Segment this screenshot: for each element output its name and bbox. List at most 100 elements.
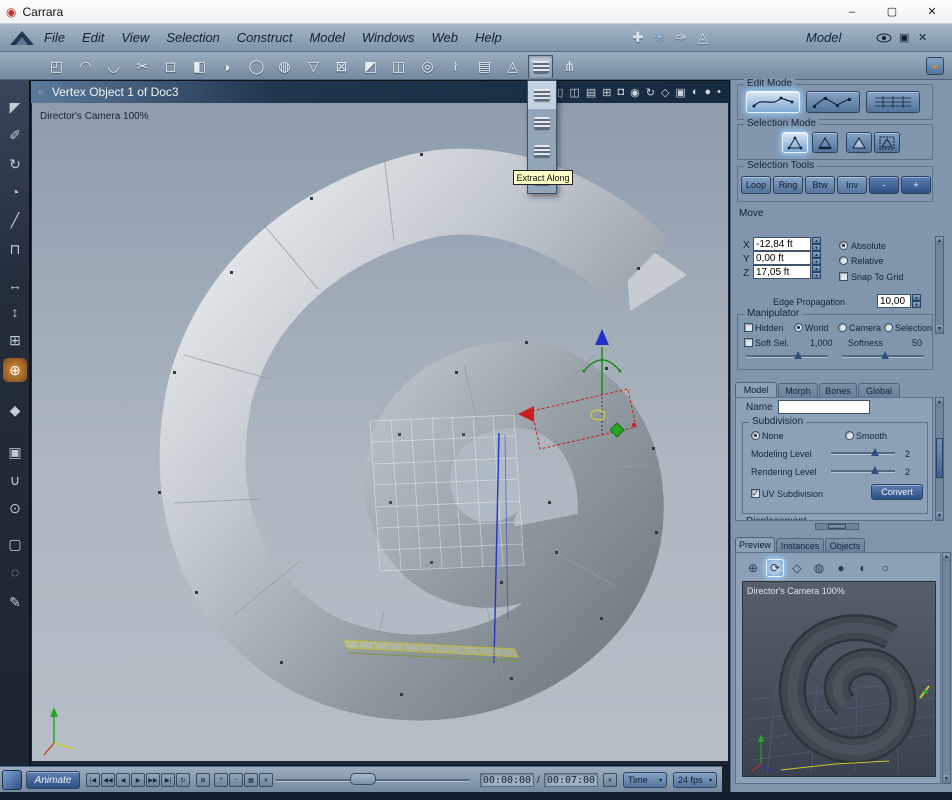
toolbar-tool-icon[interactable]: ◬ bbox=[500, 55, 525, 78]
fps-dropdown[interactable]: 24 fps ▾ bbox=[673, 772, 717, 788]
toolbar-tool-icon[interactable]: ◍ bbox=[272, 55, 297, 78]
lasso-select-tool-icon[interactable]: ◌ bbox=[3, 560, 27, 584]
edge-propagation-field[interactable] bbox=[877, 294, 911, 308]
camera-sphere-icon[interactable]: ◉ bbox=[630, 86, 640, 99]
selection-radio[interactable] bbox=[884, 323, 893, 332]
textured-shade-icon[interactable]: ● bbox=[704, 86, 711, 98]
toolbar-tool-icon[interactable]: ◧ bbox=[187, 55, 212, 78]
remove-key-button[interactable]: − bbox=[229, 773, 243, 787]
model-panel-scrollbar[interactable]: ▲ ▼ bbox=[935, 397, 944, 521]
delete-key-button[interactable]: ✕ bbox=[259, 773, 273, 787]
loop-button[interactable]: ↻ bbox=[176, 773, 190, 787]
edit-mode-curve-button[interactable] bbox=[746, 91, 800, 113]
y-spinner[interactable]: ▲ ▼ bbox=[812, 251, 821, 265]
prev-frame-button[interactable]: ◀◀ bbox=[101, 773, 115, 787]
toolbar-tool-icon[interactable]: ◯ bbox=[244, 55, 269, 78]
edge-propagation-spinner[interactable]: ▲ ▼ bbox=[912, 294, 921, 308]
add-key-button[interactable]: + bbox=[214, 773, 228, 787]
extract-along-flyout-item-3[interactable] bbox=[528, 137, 556, 165]
grow-selection-button[interactable]: + bbox=[901, 176, 931, 194]
tiny-dot-icon[interactable]: • bbox=[717, 86, 721, 98]
timeline-mode-icon[interactable] bbox=[2, 770, 22, 790]
edit-mode-polyline-button[interactable] bbox=[806, 91, 860, 113]
rotate-view-icon[interactable]: ↻ bbox=[646, 86, 655, 99]
face-selection-button[interactable] bbox=[846, 132, 872, 153]
zoom-tool-icon[interactable]: ⊙ bbox=[3, 496, 27, 520]
modeling-level-slider[interactable] bbox=[831, 448, 895, 457]
key-options-button[interactable]: ▦ bbox=[244, 773, 258, 787]
y-position-field[interactable] bbox=[753, 251, 811, 265]
menu-file[interactable]: File bbox=[44, 30, 65, 45]
assemble-room-icon[interactable]: ✚ bbox=[632, 29, 644, 46]
soft-selection-checkbox[interactable] bbox=[744, 338, 753, 347]
timeline-scrubber[interactable] bbox=[276, 773, 470, 785]
minimize-button[interactable]: – bbox=[832, 0, 872, 23]
flat-shade-icon[interactable]: ▣ bbox=[675, 86, 685, 99]
close-button[interactable]: ✕ bbox=[912, 0, 952, 23]
model-room-icon[interactable]: ✳ bbox=[654, 29, 666, 46]
shield-icon[interactable]: ◘ bbox=[617, 86, 624, 98]
tab-preview[interactable]: Preview bbox=[735, 537, 775, 552]
jump-start-button[interactable]: |◀ bbox=[86, 773, 100, 787]
z-spinner[interactable]: ▲ ▼ bbox=[812, 265, 821, 279]
gouraud-shade-icon[interactable]: ◐ bbox=[692, 86, 699, 98]
shaded-cube-tool-icon[interactable]: ◆ bbox=[3, 398, 27, 422]
four-pane-icon[interactable]: ⊞ bbox=[602, 86, 611, 99]
wire-sphere-icon[interactable]: ○ bbox=[876, 559, 894, 577]
menu-construct[interactable]: Construct bbox=[237, 30, 293, 45]
toolbar-tool-icon[interactable]: ◗ bbox=[215, 55, 240, 78]
menu-view[interactable]: View bbox=[121, 30, 149, 45]
menu-edit[interactable]: Edit bbox=[82, 30, 104, 45]
viewport-collapse-dot[interactable]: ○ bbox=[38, 88, 43, 97]
toolbar-tool-icon[interactable]: ✂ bbox=[130, 55, 155, 78]
half-sphere-icon[interactable]: ◐ bbox=[854, 559, 872, 577]
toolbar-tool-icon[interactable]: ≀ bbox=[443, 55, 468, 78]
toolbar-tool-icon[interactable]: ◠ bbox=[73, 55, 98, 78]
vertex-selection-button[interactable] bbox=[782, 132, 808, 153]
x-position-field[interactable] bbox=[753, 237, 811, 251]
menu-web[interactable]: Web bbox=[431, 30, 458, 45]
orbit-camera-icon[interactable]: ⊕ bbox=[744, 559, 762, 577]
toolbar-tool-icon[interactable]: ▽ bbox=[301, 55, 326, 78]
panel-close-icon[interactable]: ✕ bbox=[918, 31, 927, 44]
time-units-dropdown[interactable]: Time ▾ bbox=[623, 772, 667, 788]
soft-selection-slider[interactable] bbox=[746, 351, 828, 360]
uv-subdivision-checkbox[interactable]: ✓ bbox=[751, 489, 760, 498]
viewport-3d-canvas[interactable]: Director's Camera 100% bbox=[32, 103, 728, 761]
hand-pan-tool-icon[interactable]: ∪ bbox=[3, 468, 27, 492]
next-frame-button[interactable]: ▶▶ bbox=[146, 773, 160, 787]
panel-dock-icon[interactable]: ▣ bbox=[899, 31, 909, 44]
preview-panel-scrollbar[interactable]: ▲ ▼ bbox=[942, 552, 951, 784]
tab-morph[interactable]: Morph bbox=[778, 383, 818, 398]
play-button[interactable]: ▶ bbox=[131, 773, 145, 787]
convert-button[interactable]: Convert bbox=[871, 484, 923, 500]
z-position-field[interactable] bbox=[753, 265, 811, 279]
tab-model[interactable]: Model bbox=[735, 382, 777, 397]
invert-button[interactable]: Inv bbox=[837, 176, 867, 194]
wireframe-shade-icon[interactable]: ◇ bbox=[661, 86, 669, 99]
sphere-rotate-tool-icon[interactable]: ◔ bbox=[3, 180, 27, 204]
frame-grid-button[interactable]: ⊞ bbox=[196, 773, 210, 787]
tab-bones[interactable]: Bones bbox=[819, 383, 857, 398]
tab-instances[interactable]: Instances bbox=[776, 538, 824, 553]
model-panel-hscrollbar[interactable] bbox=[815, 523, 859, 530]
hidden-checkbox[interactable] bbox=[744, 323, 753, 332]
extract-along-flyout-item-2[interactable] bbox=[528, 109, 556, 137]
three-pane-icon[interactable]: ▤ bbox=[586, 86, 596, 99]
toolbar-tool-icon[interactable]: ⋔ bbox=[557, 55, 582, 78]
name-field[interactable] bbox=[778, 400, 870, 414]
bounding-box-icon[interactable]: ◇ bbox=[788, 559, 806, 577]
single-pane-icon[interactable]: ▯ bbox=[557, 86, 563, 99]
z-axis-arrow[interactable] bbox=[595, 329, 609, 345]
camera-radio[interactable] bbox=[838, 323, 847, 332]
tab-objects[interactable]: Objects bbox=[825, 538, 865, 553]
current-time-field[interactable]: 00:00:00 bbox=[480, 773, 534, 787]
solid-sphere-icon[interactable]: ● bbox=[832, 559, 850, 577]
edit-mode-surface-button[interactable] bbox=[866, 91, 920, 113]
paint-dart-tool-icon[interactable]: ✐ bbox=[3, 123, 27, 147]
select-arrow-tool-icon[interactable]: ◤ bbox=[3, 95, 27, 119]
toolbar-tool-icon[interactable]: ◩ bbox=[358, 55, 383, 78]
marquee-select-tool-icon[interactable]: ▢ bbox=[3, 532, 27, 556]
menu-model[interactable]: Model bbox=[309, 30, 344, 45]
relative-radio[interactable] bbox=[839, 256, 848, 265]
